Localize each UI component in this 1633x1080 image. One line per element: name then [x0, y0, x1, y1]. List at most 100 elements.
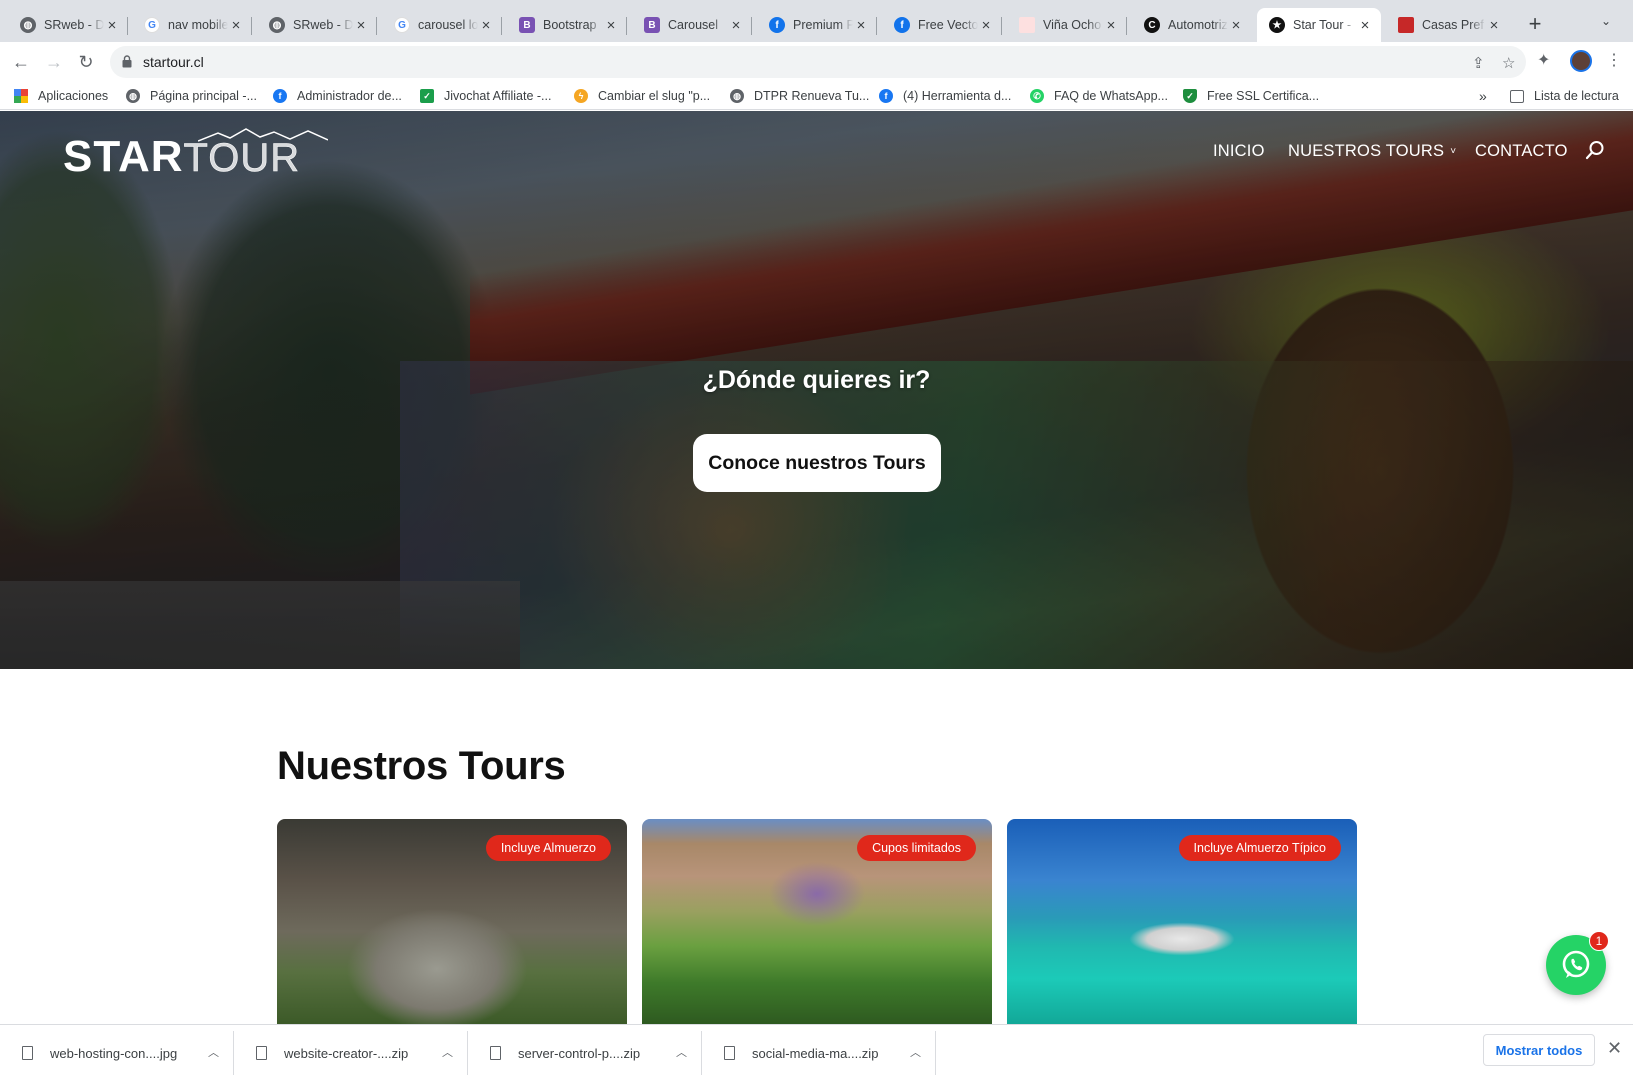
close-tab-icon[interactable]: ×	[1228, 17, 1244, 34]
browser-toolbar: ← → ↻ startour.cl ⇪ ☆ ✦ ⋮	[0, 42, 1633, 82]
nav-nuestros-tours[interactable]: NUESTROS TOURS ˅	[1288, 142, 1456, 161]
bookmark-item[interactable]: f Administrador de...	[273, 87, 402, 105]
bolt-icon: ϟ	[574, 89, 588, 103]
bookmark-item[interactable]: ✓ Jivochat Affiliate -...	[420, 87, 551, 105]
close-tab-icon[interactable]: ×	[1357, 17, 1373, 34]
browser-tab[interactable]: G nav mobile ×	[132, 8, 252, 42]
search-icon[interactable]	[1585, 140, 1605, 160]
bootstrap-icon: B	[644, 17, 660, 33]
notification-badge: 1	[1589, 931, 1609, 951]
new-tab-button[interactable]: +	[1521, 10, 1549, 38]
close-tab-icon[interactable]: ×	[978, 17, 994, 34]
download-item[interactable]: website-creator-....zip ︿	[234, 1031, 468, 1075]
forward-button[interactable]: →	[42, 51, 66, 73]
close-tab-icon[interactable]: ×	[478, 17, 494, 34]
download-item[interactable]: web-hosting-con....jpg ︿	[0, 1031, 234, 1075]
facebook-icon: f	[879, 89, 893, 103]
bootstrap-icon: B	[519, 17, 535, 33]
file-icon	[490, 1046, 501, 1060]
bookmark-item[interactable]: ϟ Cambiar el slug "p...	[574, 87, 710, 105]
address-url[interactable]: startour.cl	[143, 54, 204, 70]
site-icon	[1398, 17, 1414, 33]
chevron-up-icon[interactable]: ︿	[910, 1044, 921, 1060]
lock-icon	[122, 55, 132, 68]
globe-icon: ◍	[20, 17, 36, 33]
share-icon[interactable]: ⇪	[1472, 54, 1485, 72]
show-all-downloads-button[interactable]: Mostrar todos	[1483, 1034, 1595, 1066]
more-menu-icon[interactable]: ⋮	[1606, 50, 1622, 70]
tab-search-chevron-icon[interactable]: ⌄	[1601, 14, 1611, 28]
globe-icon: ◍	[126, 89, 140, 103]
freepik-icon: f	[769, 17, 785, 33]
chevron-up-icon[interactable]: ︿	[442, 1044, 453, 1060]
bookmark-item[interactable]: f (4) Herramienta d...	[879, 87, 1011, 105]
close-tab-icon[interactable]: ×	[728, 17, 744, 34]
whatsapp-icon	[1562, 950, 1590, 978]
close-tab-icon[interactable]: ×	[104, 17, 120, 34]
globe-icon: ◍	[269, 17, 285, 33]
bookmark-item[interactable]: ◍ Página principal -...	[126, 87, 257, 105]
extensions-icon[interactable]: ✦	[1537, 50, 1550, 70]
globe-icon: ◍	[730, 89, 744, 103]
bookmark-item[interactable]: ✆ FAQ de WhatsApp...	[1030, 87, 1168, 105]
chevron-up-icon[interactable]: ︿	[208, 1044, 219, 1060]
profile-avatar[interactable]	[1570, 50, 1592, 72]
download-item[interactable]: social-media-ma....zip ︿	[702, 1031, 936, 1075]
browser-tab[interactable]: B Carousel ×	[632, 8, 752, 42]
nav-inicio[interactable]: INICIO	[1213, 142, 1265, 161]
tours-cta-button[interactable]: Conoce nuestros Tours	[693, 434, 941, 492]
browser-tab[interactable]: G carousel lo ×	[382, 8, 502, 42]
file-icon	[256, 1046, 267, 1060]
whatsapp-icon: ✆	[1030, 89, 1044, 103]
tour-card[interactable]: Cupos limitados	[642, 819, 992, 1024]
tour-card[interactable]: Incluye Almuerzo	[277, 819, 627, 1024]
nav-contacto[interactable]: CONTACTO	[1475, 142, 1568, 161]
browser-tab-strip: ◍ SRweb - D × G nav mobile × ◍ SRweb - D…	[0, 0, 1633, 42]
startour-icon: ★	[1269, 17, 1285, 33]
site-icon	[1019, 17, 1035, 33]
reload-button[interactable]: ↻	[74, 51, 98, 73]
browser-tab[interactable]: B Bootstrap ×	[507, 8, 627, 42]
back-button[interactable]: ←	[9, 51, 33, 73]
tour-card[interactable]: Incluye Almuerzo Típico	[1007, 819, 1357, 1024]
hero-heading: ¿Dónde quieres ir?	[702, 366, 931, 394]
download-item[interactable]: server-control-p....zip ︿	[468, 1031, 702, 1075]
downloads-bar: web-hosting-con....jpg ︿ website-creator…	[0, 1024, 1633, 1080]
section-title: Nuestros Tours	[277, 744, 566, 788]
shield-icon: ✓	[1183, 89, 1197, 103]
chevron-down-icon: ˅	[1450, 146, 1457, 157]
bookmark-item[interactable]: ◍ DTPR Renueva Tu...	[730, 87, 869, 105]
browser-tab[interactable]: ◍ SRweb - D ×	[257, 8, 377, 42]
chevron-up-icon[interactable]: ︿	[676, 1044, 687, 1060]
bookmark-item[interactable]: Aplicaciones	[14, 87, 108, 105]
browser-tab[interactable]: ◍ SRweb - D ×	[8, 8, 128, 42]
file-icon	[724, 1046, 735, 1060]
site-logo[interactable]: STAR TOUR	[63, 128, 328, 182]
browser-tab[interactable]: Viña Ocho ×	[1007, 8, 1127, 42]
browser-tab[interactable]: f Free Vecto ×	[882, 8, 1002, 42]
browser-tab[interactable]: C Automotriz ×	[1132, 8, 1252, 42]
reading-list-icon	[1510, 89, 1524, 103]
apps-grid-icon	[14, 89, 28, 103]
bookmarks-overflow-icon[interactable]: »	[1479, 87, 1487, 105]
browser-tab-active[interactable]: ★ Star Tour - ×	[1257, 8, 1381, 42]
browser-tab[interactable]: Casas Pref ×	[1386, 8, 1510, 42]
close-tab-icon[interactable]: ×	[228, 17, 244, 34]
close-icon[interactable]: ✕	[1607, 1038, 1622, 1059]
close-tab-icon[interactable]: ×	[1486, 17, 1502, 34]
bookmark-item[interactable]: ✓ Free SSL Certifica...	[1183, 87, 1319, 105]
close-tab-icon[interactable]: ×	[853, 17, 869, 34]
tour-badge: Cupos limitados	[857, 835, 976, 861]
image-file-icon	[22, 1046, 33, 1060]
facebook-icon: f	[273, 89, 287, 103]
bookmark-star-icon[interactable]: ☆	[1502, 54, 1515, 72]
reading-list[interactable]: Lista de lectura	[1510, 87, 1619, 105]
c-icon: C	[1144, 17, 1160, 33]
close-tab-icon[interactable]: ×	[603, 17, 619, 34]
browser-tab[interactable]: f Premium P ×	[757, 8, 877, 42]
mountain-logo-icon	[198, 128, 328, 142]
close-tab-icon[interactable]: ×	[1103, 17, 1119, 34]
address-bar[interactable]: startour.cl ⇪ ☆	[110, 46, 1526, 78]
google-icon: G	[144, 17, 160, 33]
close-tab-icon[interactable]: ×	[353, 17, 369, 34]
